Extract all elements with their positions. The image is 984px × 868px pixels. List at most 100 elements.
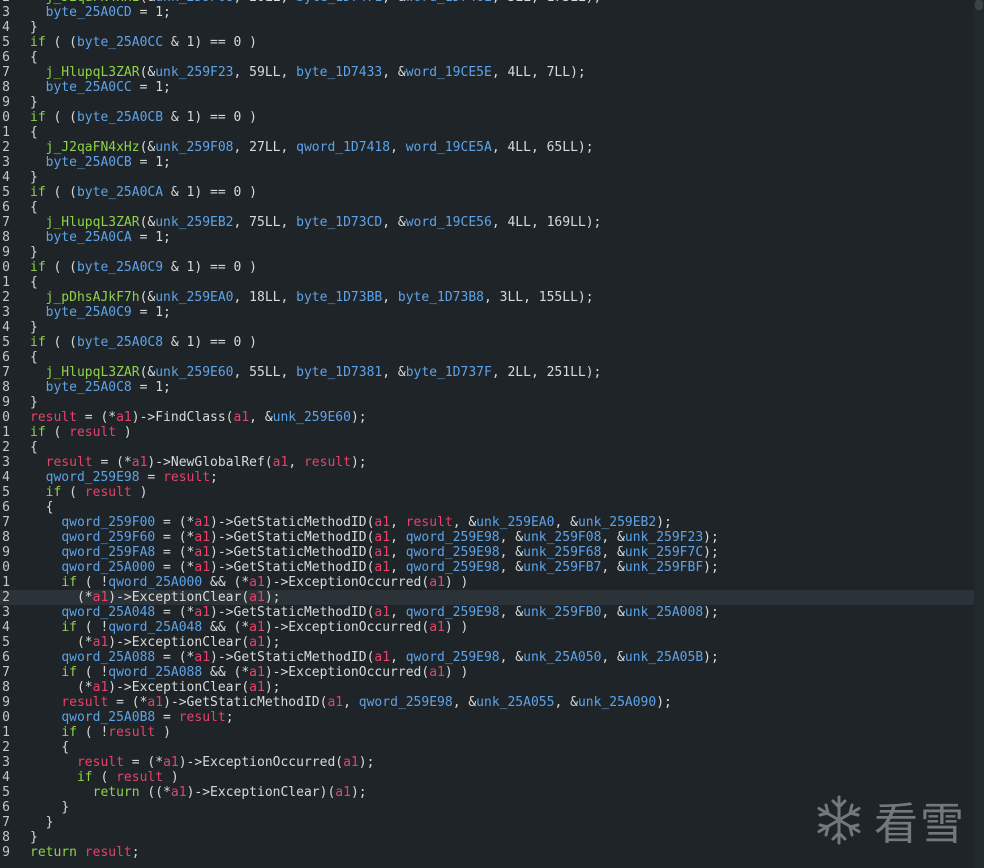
code-text[interactable]: qword_259E98 = result; (30, 470, 218, 485)
code-line[interactable]: 9} (0, 245, 984, 260)
code-line[interactable]: 6 qword_25A088 = (*a1)->GetStaticMethodI… (0, 650, 984, 665)
code-text[interactable]: } (30, 320, 38, 335)
code-text[interactable]: { (30, 275, 38, 290)
code-line[interactable]: 7 if ( !qword_25A088 && (*a1)->Exception… (0, 665, 984, 680)
code-line[interactable]: 6{ (0, 350, 984, 365)
code-text[interactable]: } (30, 20, 38, 35)
code-text[interactable]: byte_25A0CD = 1; (30, 5, 171, 20)
code-text[interactable]: if ( result ) (30, 485, 148, 500)
code-line[interactable]: 1{ (0, 125, 984, 140)
code-line[interactable]: 1 if ( result ) (0, 425, 984, 440)
code-line[interactable]: 0 result = (*a1)->FindClass(a1, &unk_259E… (0, 410, 984, 425)
code-line[interactable]: 3 result = (*a1)->NewGlobalRef(a1, resul… (0, 455, 984, 470)
code-text[interactable]: byte_25A0CC = 1; (30, 80, 171, 95)
vertical-scrollbar[interactable] (974, 0, 984, 868)
code-text[interactable]: result = (*a1)->GetStaticMethodID(a1, qw… (30, 695, 672, 710)
code-text[interactable]: if ( (byte_25A0CB & 1) == 0 ) (30, 110, 257, 125)
code-text[interactable]: (*a1)->ExceptionClear(a1); (30, 590, 281, 605)
code-text[interactable]: result = (*a1)->FindClass(a1, &unk_259E6… (30, 410, 367, 425)
code-text[interactable]: qword_25A0B8 = result; (30, 710, 233, 725)
code-text[interactable]: j_HlupqL3ZAR(&unk_259E60, 55LL, byte_1D7… (30, 365, 602, 380)
code-line[interactable]: 2 (*a1)->ExceptionClear(a1); (0, 590, 984, 605)
code-editor[interactable]: 2 j_J2qaFN4xHz(&unk_259F68, 20LL, byte_1… (0, 0, 984, 868)
code-line[interactable]: 1{ (0, 275, 984, 290)
code-text[interactable]: qword_259F00 = (*a1)->GetStaticMethodID(… (30, 515, 672, 530)
code-line[interactable]: 2 j_J2qaFN4xHz(&unk_259F08, 27LL, qword_… (0, 140, 984, 155)
code-line[interactable]: 2{ (0, 440, 984, 455)
code-line[interactable]: 5 if ( (byte_25A0CA & 1) == 0 ) (0, 185, 984, 200)
code-line[interactable]: 6{ (0, 50, 984, 65)
code-line[interactable]: 0 qword_25A0B8 = result; (0, 710, 984, 725)
code-text[interactable]: result = (*a1)->NewGlobalRef(a1, result)… (30, 455, 367, 470)
code-line[interactable]: 9 result = (*a1)->GetStaticMethodID(a1, … (0, 695, 984, 710)
code-text[interactable]: { (30, 500, 54, 515)
code-line[interactable]: 8 qword_259F60 = (*a1)->GetStaticMethodI… (0, 530, 984, 545)
code-text[interactable]: { (30, 50, 38, 65)
code-text[interactable]: qword_25A000 = (*a1)->GetStaticMethodID(… (30, 560, 719, 575)
code-text[interactable]: { (30, 350, 38, 365)
code-text[interactable]: qword_25A048 = (*a1)->GetStaticMethodID(… (30, 605, 719, 620)
code-line[interactable]: 4 if ( !qword_25A048 && (*a1)->Exception… (0, 620, 984, 635)
code-text[interactable]: byte_25A0CA = 1; (30, 230, 171, 245)
code-text[interactable]: j_HlupqL3ZAR(&unk_259EB2, 75LL, byte_1D7… (30, 215, 602, 230)
code-line[interactable]: 8 byte_25A0CA = 1; (0, 230, 984, 245)
code-text[interactable]: byte_25A0C8 = 1; (30, 380, 171, 395)
code-text[interactable]: if ( (byte_25A0C8 & 1) == 0 ) (30, 335, 257, 350)
code-line[interactable]: 5 if ( (byte_25A0C8 & 1) == 0 ) (0, 335, 984, 350)
code-text[interactable]: { (30, 440, 38, 455)
code-line[interactable]: 7 qword_259F00 = (*a1)->GetStaticMethodI… (0, 515, 984, 530)
code-text[interactable]: { (30, 740, 69, 755)
code-line[interactable]: 4} (0, 320, 984, 335)
code-line[interactable]: 6 { (0, 500, 984, 515)
scrollbar-thumb[interactable] (975, 0, 983, 10)
code-text[interactable]: } (30, 815, 54, 830)
code-text[interactable]: byte_25A0C9 = 1; (30, 305, 171, 320)
code-line[interactable]: 9} (0, 95, 984, 110)
code-line[interactable]: 9 qword_259FA8 = (*a1)->GetStaticMethodI… (0, 545, 984, 560)
code-line[interactable]: 5 if ( result ) (0, 485, 984, 500)
code-area[interactable]: 2 j_J2qaFN4xHz(&unk_259F68, 20LL, byte_1… (0, 0, 984, 860)
code-line[interactable]: 8 byte_25A0C8 = 1; (0, 380, 984, 395)
code-line[interactable]: 8 (*a1)->ExceptionClear(a1); (0, 680, 984, 695)
code-text[interactable]: if ( !qword_25A088 && (*a1)->ExceptionOc… (30, 665, 468, 680)
code-text[interactable]: (*a1)->ExceptionClear(a1); (30, 680, 281, 695)
code-text[interactable]: byte_25A0CB = 1; (30, 155, 171, 170)
code-text[interactable]: qword_25A088 = (*a1)->GetStaticMethodID(… (30, 650, 719, 665)
code-line[interactable]: 4} (0, 20, 984, 35)
code-text[interactable]: return result; (30, 845, 140, 860)
code-text[interactable]: if ( (byte_25A0CA & 1) == 0 ) (30, 185, 257, 200)
code-text[interactable]: if ( result ) (30, 425, 132, 440)
code-text[interactable]: (*a1)->ExceptionClear(a1); (30, 635, 281, 650)
code-text[interactable]: if ( (byte_25A0CC & 1) == 0 ) (30, 35, 257, 50)
code-text[interactable]: qword_259F60 = (*a1)->GetStaticMethodID(… (30, 530, 719, 545)
code-line[interactable]: 0 if ( (byte_25A0C9 & 1) == 0 ) (0, 260, 984, 275)
code-text[interactable]: } (30, 245, 38, 260)
code-line[interactable]: 0 qword_25A000 = (*a1)->GetStaticMethodI… (0, 560, 984, 575)
code-text[interactable]: qword_259FA8 = (*a1)->GetStaticMethodID(… (30, 545, 719, 560)
code-text[interactable]: if ( !qword_25A048 && (*a1)->ExceptionOc… (30, 620, 468, 635)
code-line[interactable]: 5 if ( (byte_25A0CC & 1) == 0 ) (0, 35, 984, 50)
code-text[interactable]: j_J2qaFN4xHz(&unk_259F08, 27LL, qword_1D… (30, 140, 594, 155)
code-line[interactable]: 1 if ( !qword_25A000 && (*a1)->Exception… (0, 575, 984, 590)
code-line[interactable]: 3 result = (*a1)->ExceptionOccurred(a1); (0, 755, 984, 770)
code-text[interactable]: if ( !result ) (30, 725, 171, 740)
code-line[interactable]: 3 byte_25A0C9 = 1; (0, 305, 984, 320)
code-line[interactable]: 3 qword_25A048 = (*a1)->GetStaticMethodI… (0, 605, 984, 620)
code-text[interactable]: j_pDhsAJkF7h(&unk_259EA0, 18LL, byte_1D7… (30, 290, 594, 305)
code-text[interactable]: } (30, 830, 38, 845)
code-line[interactable]: 7 j_HlupqL3ZAR(&unk_259EB2, 75LL, byte_1… (0, 215, 984, 230)
code-text[interactable]: if ( !qword_25A000 && (*a1)->ExceptionOc… (30, 575, 468, 590)
code-line[interactable]: 9} (0, 395, 984, 410)
code-text[interactable]: } (30, 95, 38, 110)
code-line[interactable]: 3 byte_25A0CD = 1; (0, 5, 984, 20)
code-text[interactable]: { (30, 200, 38, 215)
code-line[interactable]: 3 byte_25A0CB = 1; (0, 155, 984, 170)
code-text[interactable]: } (30, 395, 38, 410)
code-line[interactable]: 2 { (0, 740, 984, 755)
code-text[interactable]: { (30, 125, 38, 140)
code-line[interactable]: 6{ (0, 200, 984, 215)
code-line[interactable]: 0 if ( (byte_25A0CB & 1) == 0 ) (0, 110, 984, 125)
code-line[interactable]: 7 j_HlupqL3ZAR(&unk_259F23, 59LL, byte_1… (0, 65, 984, 80)
code-line[interactable]: 4 if ( result ) (0, 770, 984, 785)
code-line[interactable]: 8 byte_25A0CC = 1; (0, 80, 984, 95)
